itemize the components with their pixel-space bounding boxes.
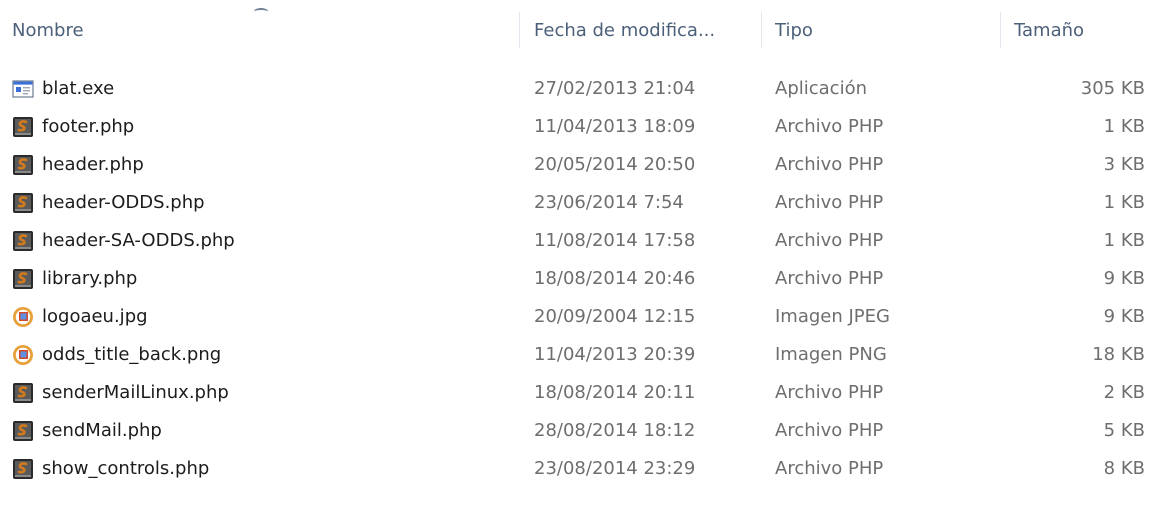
file-date: 11/08/2014 17:58	[534, 230, 696, 251]
column-header-size[interactable]: Tamaño	[1014, 20, 1084, 41]
file-date: 20/05/2014 20:50	[534, 154, 696, 175]
php-file-icon	[12, 192, 34, 214]
file-type: Imagen PNG	[775, 344, 887, 365]
file-row[interactable]: logoaeu.jpg 20/09/2004 12:15 Imagen JPEG…	[0, 298, 1149, 336]
file-type: Archivo PHP	[775, 420, 884, 441]
file-name: header.php	[42, 154, 144, 175]
file-size: 1 KB	[1103, 116, 1145, 137]
file-date: 11/04/2013 18:09	[534, 116, 696, 137]
image-file-icon	[12, 306, 34, 328]
file-name: header-SA-ODDS.php	[42, 230, 235, 251]
file-row[interactable]: show_controls.php 23/08/2014 23:29 Archi…	[0, 450, 1149, 488]
file-type: Imagen JPEG	[775, 306, 890, 327]
exe-icon	[12, 78, 34, 100]
file-size: 2 KB	[1103, 382, 1145, 403]
file-row[interactable]: footer.php 11/04/2013 18:09 Archivo PHP …	[0, 108, 1149, 146]
file-type: Archivo PHP	[775, 154, 884, 175]
file-size: 1 KB	[1103, 230, 1145, 251]
file-row[interactable]: odds_title_back.png 11/04/2013 20:39 Ima…	[0, 336, 1149, 374]
sort-indicator-icon	[254, 8, 268, 15]
file-type: Archivo PHP	[775, 192, 884, 213]
file-name: sendMail.php	[42, 420, 162, 441]
file-date: 20/09/2004 12:15	[534, 306, 696, 327]
file-row[interactable]: library.php 18/08/2014 20:46 Archivo PHP…	[0, 260, 1149, 298]
file-type: Aplicación	[775, 78, 867, 99]
file-list: blat.exe 27/02/2013 21:04 Aplicación 305…	[0, 70, 1149, 488]
column-divider[interactable]	[1000, 12, 1001, 48]
php-file-icon	[12, 458, 34, 480]
file-size: 9 KB	[1103, 306, 1145, 327]
file-name: blat.exe	[42, 78, 115, 99]
file-date: 23/06/2014 7:54	[534, 192, 684, 213]
file-name: senderMailLinux.php	[42, 382, 229, 403]
file-row[interactable]: blat.exe 27/02/2013 21:04 Aplicación 305…	[0, 70, 1149, 108]
file-name: logoaeu.jpg	[42, 306, 148, 327]
php-file-icon	[12, 154, 34, 176]
file-type: Archivo PHP	[775, 230, 884, 251]
php-file-icon	[12, 420, 34, 442]
image-file-icon	[12, 344, 34, 366]
file-list-view: Nombre Fecha de modifica... Tipo Tamaño …	[0, 0, 1149, 521]
file-row[interactable]: header-ODDS.php 23/06/2014 7:54 Archivo …	[0, 184, 1149, 222]
file-size: 1 KB	[1103, 192, 1145, 213]
php-file-icon	[12, 382, 34, 404]
file-size: 18 KB	[1092, 344, 1145, 365]
file-size: 9 KB	[1103, 268, 1145, 289]
file-size: 5 KB	[1103, 420, 1145, 441]
column-header-date[interactable]: Fecha de modifica...	[534, 20, 715, 41]
file-name: library.php	[42, 268, 138, 289]
file-row[interactable]: senderMailLinux.php 18/08/2014 20:11 Arc…	[0, 374, 1149, 412]
column-divider[interactable]	[761, 12, 762, 48]
file-size: 305 KB	[1080, 78, 1145, 99]
php-file-icon	[12, 116, 34, 138]
file-date: 23/08/2014 23:29	[534, 458, 696, 479]
column-divider[interactable]	[519, 12, 520, 48]
file-date: 11/04/2013 20:39	[534, 344, 696, 365]
column-header-bar: Nombre Fecha de modifica... Tipo Tamaño	[0, 0, 1149, 58]
php-file-icon	[12, 230, 34, 252]
file-name: header-ODDS.php	[42, 192, 205, 213]
file-row[interactable]: sendMail.php 28/08/2014 18:12 Archivo PH…	[0, 412, 1149, 450]
file-type: Archivo PHP	[775, 458, 884, 479]
file-size: 3 KB	[1103, 154, 1145, 175]
column-header-name[interactable]: Nombre	[12, 20, 84, 41]
file-date: 27/02/2013 21:04	[534, 78, 696, 99]
file-name: footer.php	[42, 116, 135, 137]
file-date: 18/08/2014 20:46	[534, 268, 696, 289]
file-type: Archivo PHP	[775, 116, 884, 137]
file-row[interactable]: header-SA-ODDS.php 11/08/2014 17:58 Arch…	[0, 222, 1149, 260]
file-row[interactable]: header.php 20/05/2014 20:50 Archivo PHP …	[0, 146, 1149, 184]
file-type: Archivo PHP	[775, 268, 884, 289]
file-name: odds_title_back.png	[42, 344, 222, 365]
file-date: 28/08/2014 18:12	[534, 420, 696, 441]
php-file-icon	[12, 268, 34, 290]
column-header-type[interactable]: Tipo	[775, 20, 813, 41]
file-name: show_controls.php	[42, 458, 210, 479]
file-date: 18/08/2014 20:11	[534, 382, 696, 403]
file-type: Archivo PHP	[775, 382, 884, 403]
file-size: 8 KB	[1103, 458, 1145, 479]
